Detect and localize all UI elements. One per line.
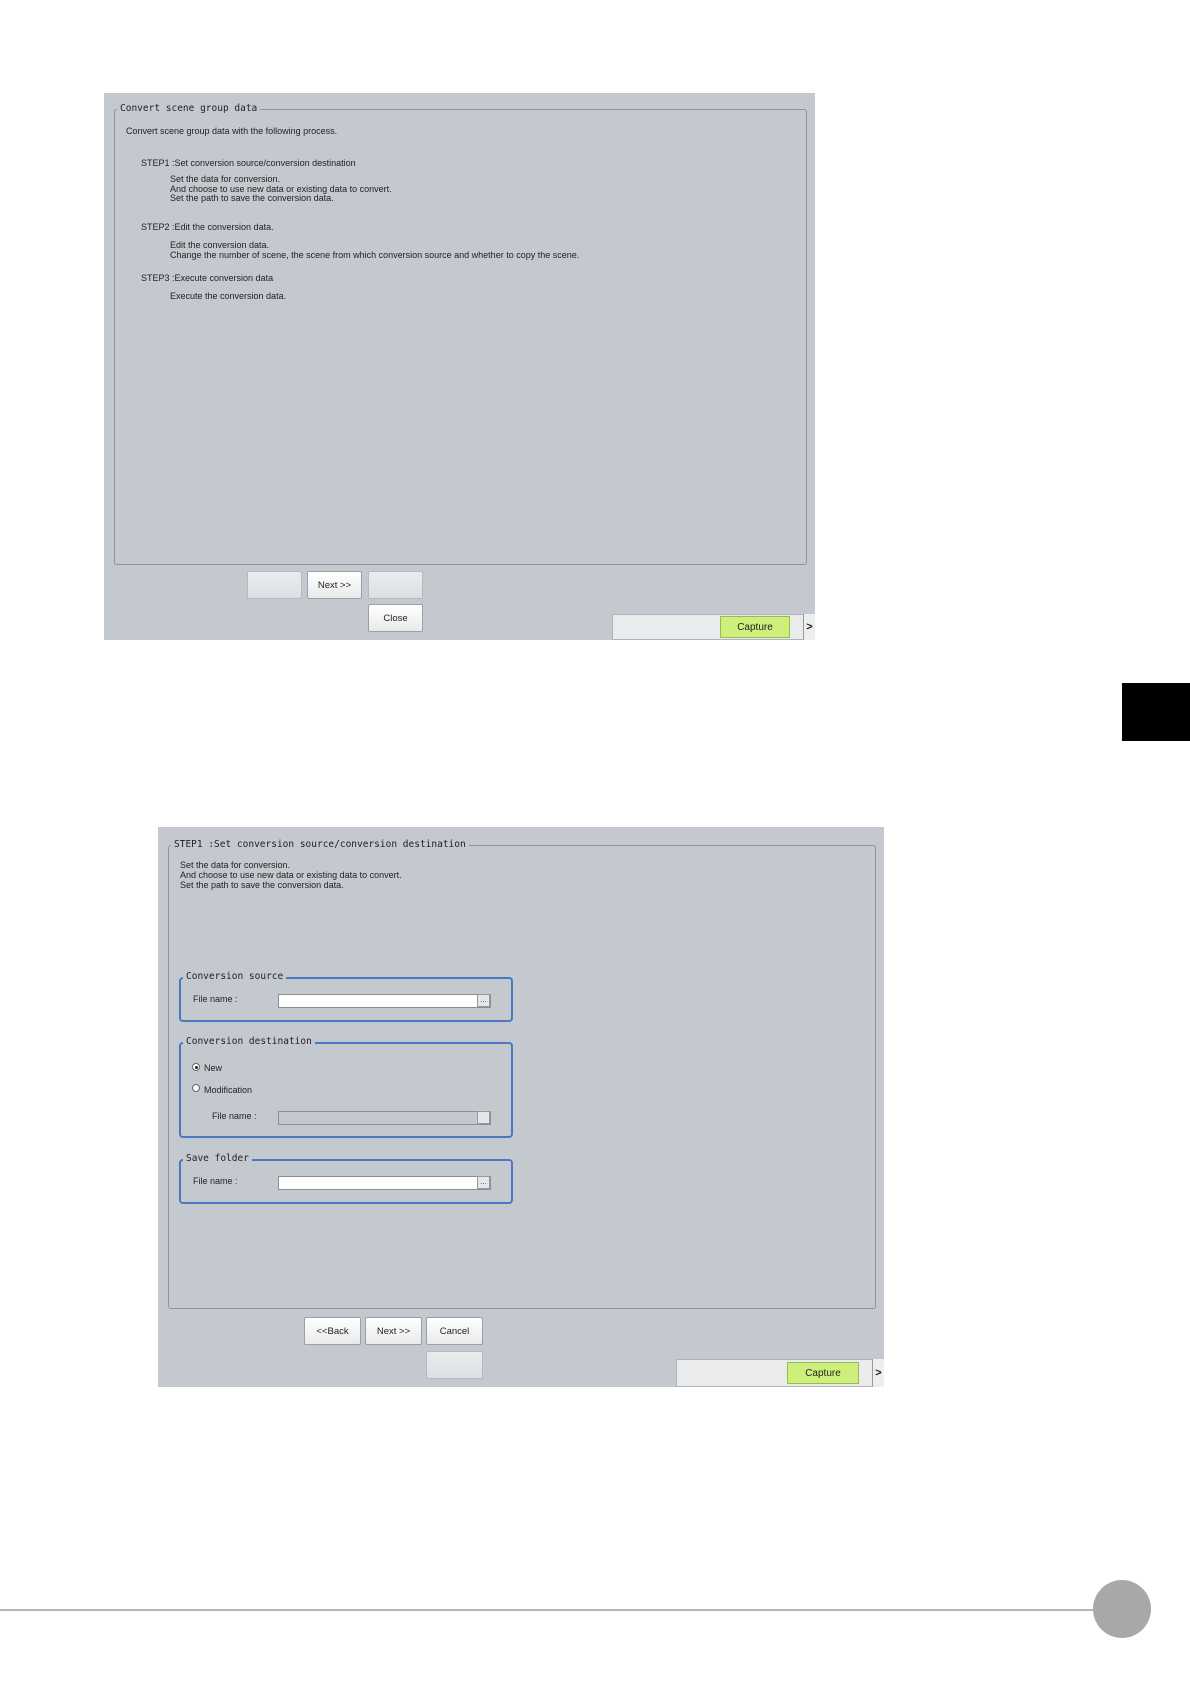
source-file-input[interactable] <box>278 994 491 1008</box>
step2-line: Change the number of scene, the scene fr… <box>170 250 580 260</box>
frame-title: Convert scene group data <box>117 101 261 117</box>
step1-screen: STEP1 :Set conversion source/conversion … <box>158 827 884 1387</box>
convert-scene-group-screen: Convert scene group data Convert scene g… <box>104 93 815 640</box>
step2-title: STEP2 :Edit the conversion data. <box>141 222 274 232</box>
finish-button[interactable] <box>426 1351 483 1379</box>
desc-line: And choose to use new data or existing d… <box>180 870 402 880</box>
desc-line: Set the data for conversion. <box>180 860 291 870</box>
desc-line: Set the path to save the conversion data… <box>180 880 344 890</box>
destination-file-input[interactable] <box>278 1111 491 1125</box>
step1-title: STEP1 :Set conversion source/conversion … <box>141 158 356 168</box>
cancel-button[interactable]: Cancel <box>426 1317 483 1345</box>
file-name-label: File name : <box>212 1111 257 1121</box>
page-number-badge <box>1093 1580 1151 1638</box>
modification-radio[interactable] <box>192 1084 200 1092</box>
new-radio[interactable] <box>192 1063 200 1071</box>
file-name-label: File name : <box>193 1176 238 1186</box>
conversion-destination-title: Conversion destination <box>183 1034 315 1050</box>
conversion-destination-group: Conversion destination New Modification … <box>179 1034 513 1138</box>
step2-line: Edit the conversion data. <box>170 240 270 250</box>
destination-browse-button[interactable] <box>477 1111 490 1124</box>
expand-arrow-button[interactable]: > <box>803 614 815 640</box>
next-button[interactable]: Next >> <box>365 1317 422 1345</box>
back-button[interactable]: <<Back <box>304 1317 361 1345</box>
save-folder-input[interactable] <box>278 1176 491 1190</box>
capture-button[interactable]: Capture <box>720 616 790 638</box>
step3-line: Execute the conversion data. <box>170 291 287 301</box>
save-folder-title: Save folder <box>183 1151 252 1167</box>
conversion-source-group: Conversion source File name : ... <box>179 969 513 1022</box>
step3-title: STEP3 :Execute conversion data <box>141 273 274 283</box>
footer-divider <box>0 1609 1120 1611</box>
save-folder-group: Save folder File name : ... <box>179 1151 513 1204</box>
capture-button[interactable]: Capture <box>787 1362 859 1384</box>
back-button[interactable] <box>247 571 302 599</box>
modification-radio-label: Modification <box>204 1085 253 1095</box>
file-name-label: File name : <box>193 994 238 1004</box>
step1-line: Set the data for conversion. <box>170 174 281 184</box>
expand-arrow-button[interactable]: > <box>872 1359 884 1387</box>
save-folder-browse-button[interactable]: ... <box>477 1176 490 1189</box>
step1-line: Set the path to save the conversion data… <box>170 193 334 203</box>
cancel-button[interactable] <box>368 571 423 599</box>
source-browse-button[interactable]: ... <box>477 994 490 1007</box>
next-button[interactable]: Next >> <box>307 571 362 599</box>
conversion-source-title: Conversion source <box>183 969 287 985</box>
chapter-tab <box>1122 683 1190 741</box>
frame-title: STEP1 :Set conversion source/conversion … <box>171 837 469 853</box>
close-button[interactable]: Close <box>368 604 423 632</box>
new-radio-label: New <box>204 1063 223 1073</box>
intro-text: Convert scene group data with the follow… <box>126 126 338 136</box>
